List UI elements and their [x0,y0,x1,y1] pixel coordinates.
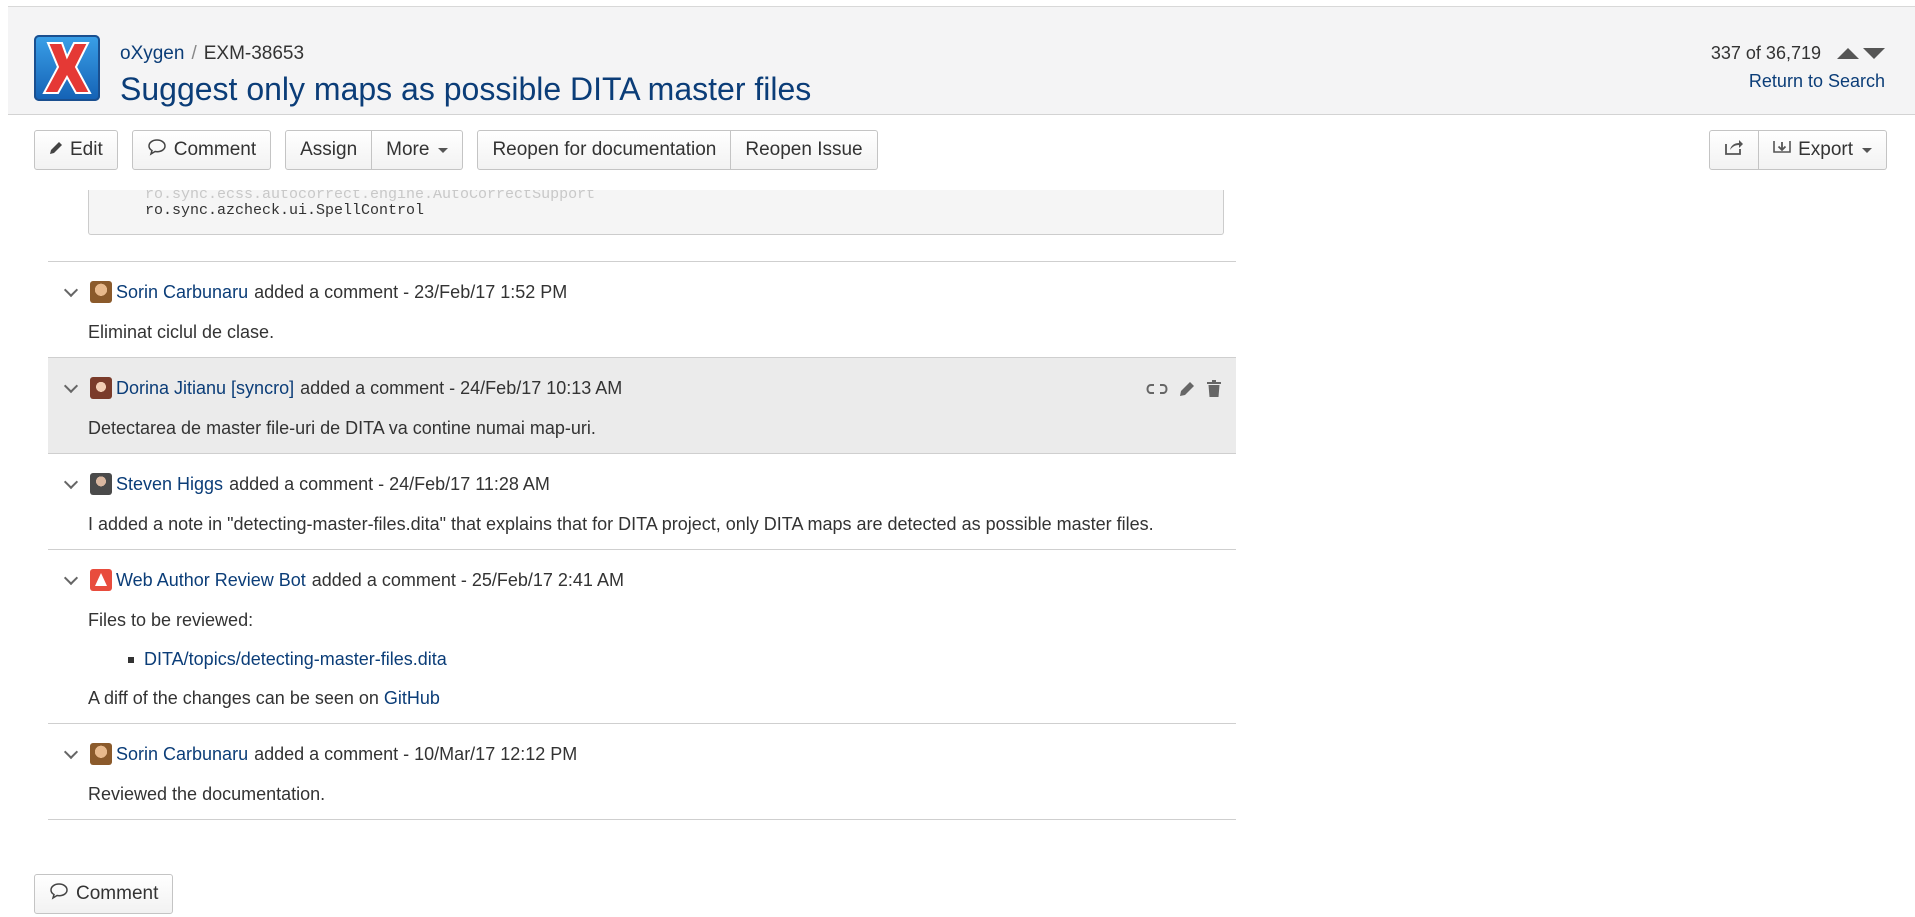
assign-button[interactable]: Assign [285,130,373,170]
export-button-label: Export [1798,139,1853,160]
share-icon [1724,138,1744,162]
export-icon [1773,138,1791,162]
return-to-search-link[interactable]: Return to Search [1749,71,1885,92]
avatar[interactable] [90,743,112,765]
comment-meta: added a comment - 10/Mar/17 12:12 PM [254,743,578,764]
chevron-down-icon [438,147,449,153]
trash-icon[interactable] [1206,380,1222,398]
avatar[interactable] [90,377,112,399]
comment-body: Files to be reviewed: DITA/topics/detect… [88,610,1236,709]
bullet-icon [128,656,134,663]
comment-author-link[interactable]: Steven Higgs [116,474,223,495]
project-logo[interactable] [34,35,100,101]
comment-intro-text: Files to be reviewed: [88,610,254,630]
reopen-issue-button[interactable]: Reopen Issue [731,130,878,170]
comment-header: Sorin Carbunaru added a comment - 10/Mar… [63,742,1236,766]
breadcrumb-separator: / [191,43,197,64]
comment-item: Sorin Carbunaru added a comment - 10/Mar… [48,724,1236,820]
comment-item: Web Author Review Bot added a comment - … [48,550,1236,724]
speech-bubble-icon [147,138,167,162]
comment-body: Reviewed the documentation. [88,784,326,804]
comment-meta: added a comment - 25/Feb/17 2:41 AM [311,569,624,590]
comments-list: Sorin Carbunaru added a comment - 23/Feb… [48,261,1236,820]
comment-header: Web Author Review Bot added a comment - … [63,568,1236,592]
comment-item: Dorina Jitianu [syncro] added a comment … [48,358,1236,454]
breadcrumb-project-link[interactable]: oXygen [120,43,184,64]
chevron-down-icon [1862,147,1872,153]
edit-button-label: Edit [70,139,103,160]
diff-text-line: A diff of the changes can be seen on Git… [88,688,1236,709]
add-comment-button-label: Comment [76,883,159,904]
code-block: ro.sync.ecss.autocorrect.engine.AutoCorr… [88,190,1224,235]
permalink-icon[interactable] [1146,382,1168,396]
comment-author-link[interactable]: Sorin Carbunaru [116,282,248,303]
comment-author-link[interactable]: Sorin Carbunaru [116,744,248,765]
breadcrumb-issue-key[interactable]: EXM-38653 [204,43,304,64]
collapse-chevron-icon[interactable] [63,570,79,585]
avatar[interactable] [90,569,112,591]
collapse-chevron-icon[interactable] [63,378,79,393]
code-line: ro.sync.azcheck.ui.SpellControl [145,202,425,219]
file-link[interactable]: DITA/topics/detecting-master-files.dita [144,649,447,670]
comment-body: Eliminat ciclul de clase. [88,322,275,342]
speech-bubble-icon [49,882,69,906]
file-list: DITA/topics/detecting-master-files.dita [128,649,1236,670]
issue-pager: 337 of 36,719 [1711,43,1885,64]
github-link[interactable]: GitHub [384,688,440,708]
edit-comment-icon[interactable] [1178,380,1196,398]
reopen-for-documentation-button[interactable]: Reopen for documentation [477,130,732,170]
issue-header: oXygen / EXM-38653 Suggest only maps as po… [8,6,1915,115]
comment-header: Dorina Jitianu [syncro] added a comment … [63,376,1236,400]
edit-button[interactable]: Edit [34,130,118,170]
more-button-label: More [386,139,430,160]
comment-meta: added a comment - 23/Feb/17 1:52 PM [254,281,568,302]
comment-item: Steven Higgs added a comment - 24/Feb/17… [48,454,1236,550]
diff-text: A diff of the changes can be seen on [88,688,379,708]
collapse-chevron-icon[interactable] [63,744,79,759]
collapse-chevron-icon[interactable] [63,282,79,297]
comment-button[interactable]: Comment [131,130,272,170]
previous-issue-icon[interactable] [1837,48,1859,59]
collapse-chevron-icon[interactable] [63,474,79,489]
issue-toolbar: Edit Comment Assign More Reopen for docu… [34,130,878,170]
assign-more-group: Assign More [285,130,464,170]
comment-meta: added a comment - 24/Feb/17 10:13 AM [300,377,623,398]
pager-count: 337 of 36,719 [1710,43,1821,63]
comment-author-link[interactable]: Dorina Jitianu [syncro] [116,378,294,399]
export-button[interactable]: Export [1759,130,1887,170]
comment-header: Steven Higgs added a comment - 24/Feb/17… [63,472,1236,496]
more-button[interactable]: More [372,130,464,170]
comment-item: Sorin Carbunaru added a comment - 23/Feb… [48,262,1236,358]
share-export-group: Export [1709,130,1887,170]
comment-author-link[interactable]: Web Author Review Bot [116,570,306,591]
add-comment-button[interactable]: Comment [34,874,174,914]
comment-body: I added a note in "detecting-master-file… [88,514,1154,534]
comment-header: Sorin Carbunaru added a comment - 23/Feb… [63,280,1236,304]
list-item: DITA/topics/detecting-master-files.dita [128,649,1236,670]
breadcrumb: oXygen / EXM-38653 [120,43,304,65]
comment-meta: added a comment - 24/Feb/17 11:28 AM [229,473,550,494]
share-button[interactable] [1709,130,1760,170]
comment-button-label: Comment [173,139,257,160]
pencil-icon [49,139,63,161]
avatar[interactable] [90,281,112,303]
comment-body: Detectarea de master file-uri de DITA va… [88,418,596,438]
next-issue-icon[interactable] [1863,48,1885,59]
comment-actions [1146,380,1222,398]
page-title[interactable]: Suggest only maps as possible DITA maste… [120,71,811,108]
workflow-group: Reopen for documentation Reopen Issue [477,130,878,170]
avatar[interactable] [90,473,112,495]
